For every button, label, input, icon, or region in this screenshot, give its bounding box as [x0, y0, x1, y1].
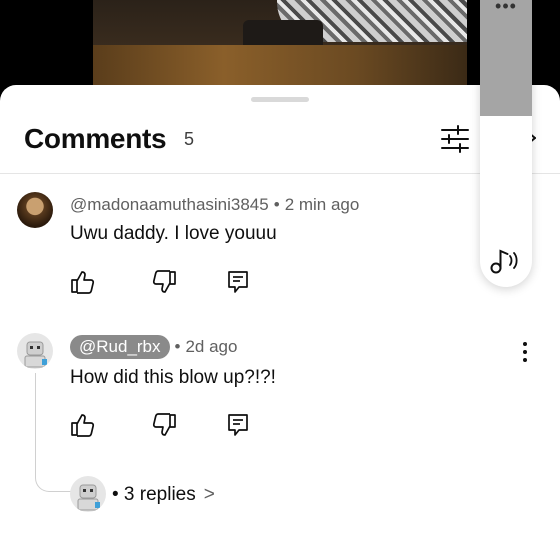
comment-meta: @Rud_rbx • 2d ago: [70, 335, 237, 359]
comment-time: 2 min ago: [284, 195, 360, 214]
avatar[interactable]: [17, 333, 53, 369]
thumbs-down-icon[interactable]: [152, 269, 178, 295]
replies-label: • 3 replies: [112, 484, 196, 505]
reply-thread-line: [35, 373, 72, 492]
header-divider: [0, 173, 560, 174]
comment-author[interactable]: @madonaamuthasini3845: [70, 195, 269, 214]
thumbs-up-icon[interactable]: [69, 412, 95, 438]
meta-separator: •: [273, 195, 280, 214]
sliders-icon[interactable]: [440, 125, 470, 153]
chevron-right-icon: >: [203, 484, 215, 505]
video-player[interactable]: [93, 0, 467, 90]
comment-time: 2d ago: [185, 337, 238, 356]
thumbs-up-icon[interactable]: [69, 269, 95, 295]
thumbs-down-icon[interactable]: [152, 412, 178, 438]
creator-handle-chip[interactable]: @Rud_rbx: [70, 335, 170, 359]
avatar[interactable]: [17, 192, 53, 228]
video-frame-floor: [93, 45, 467, 90]
robot-avatar-icon: [24, 341, 47, 368]
reply-icon[interactable]: [225, 412, 251, 438]
comments-sheet: Comments 5 @madonaamuthasini3845 • 2 min a…: [0, 85, 560, 560]
vertical-dots-icon[interactable]: [518, 341, 532, 363]
comments-count: 5: [184, 129, 195, 149]
comment-text: How did this blow up?!?!: [70, 367, 276, 388]
robot-avatar-icon: [77, 484, 100, 511]
meta-separator: •: [174, 337, 181, 356]
overlay-menu-dots[interactable]: •••: [480, 0, 532, 17]
overlay-thumbnail: [480, 0, 532, 116]
reply-avatar[interactable]: [70, 476, 106, 512]
view-replies-button[interactable]: • 3 replies >: [112, 484, 215, 506]
comment-text: Uwu daddy. I love youuu: [70, 223, 277, 244]
reply-icon[interactable]: [225, 269, 251, 295]
music-note-icon[interactable]: [488, 246, 524, 276]
drag-handle[interactable]: [251, 97, 309, 102]
sound-overlay[interactable]: •••: [480, 0, 532, 287]
comment-meta: @madonaamuthasini3845 • 2 min ago: [70, 195, 359, 215]
comments-title: Comments: [24, 123, 167, 154]
